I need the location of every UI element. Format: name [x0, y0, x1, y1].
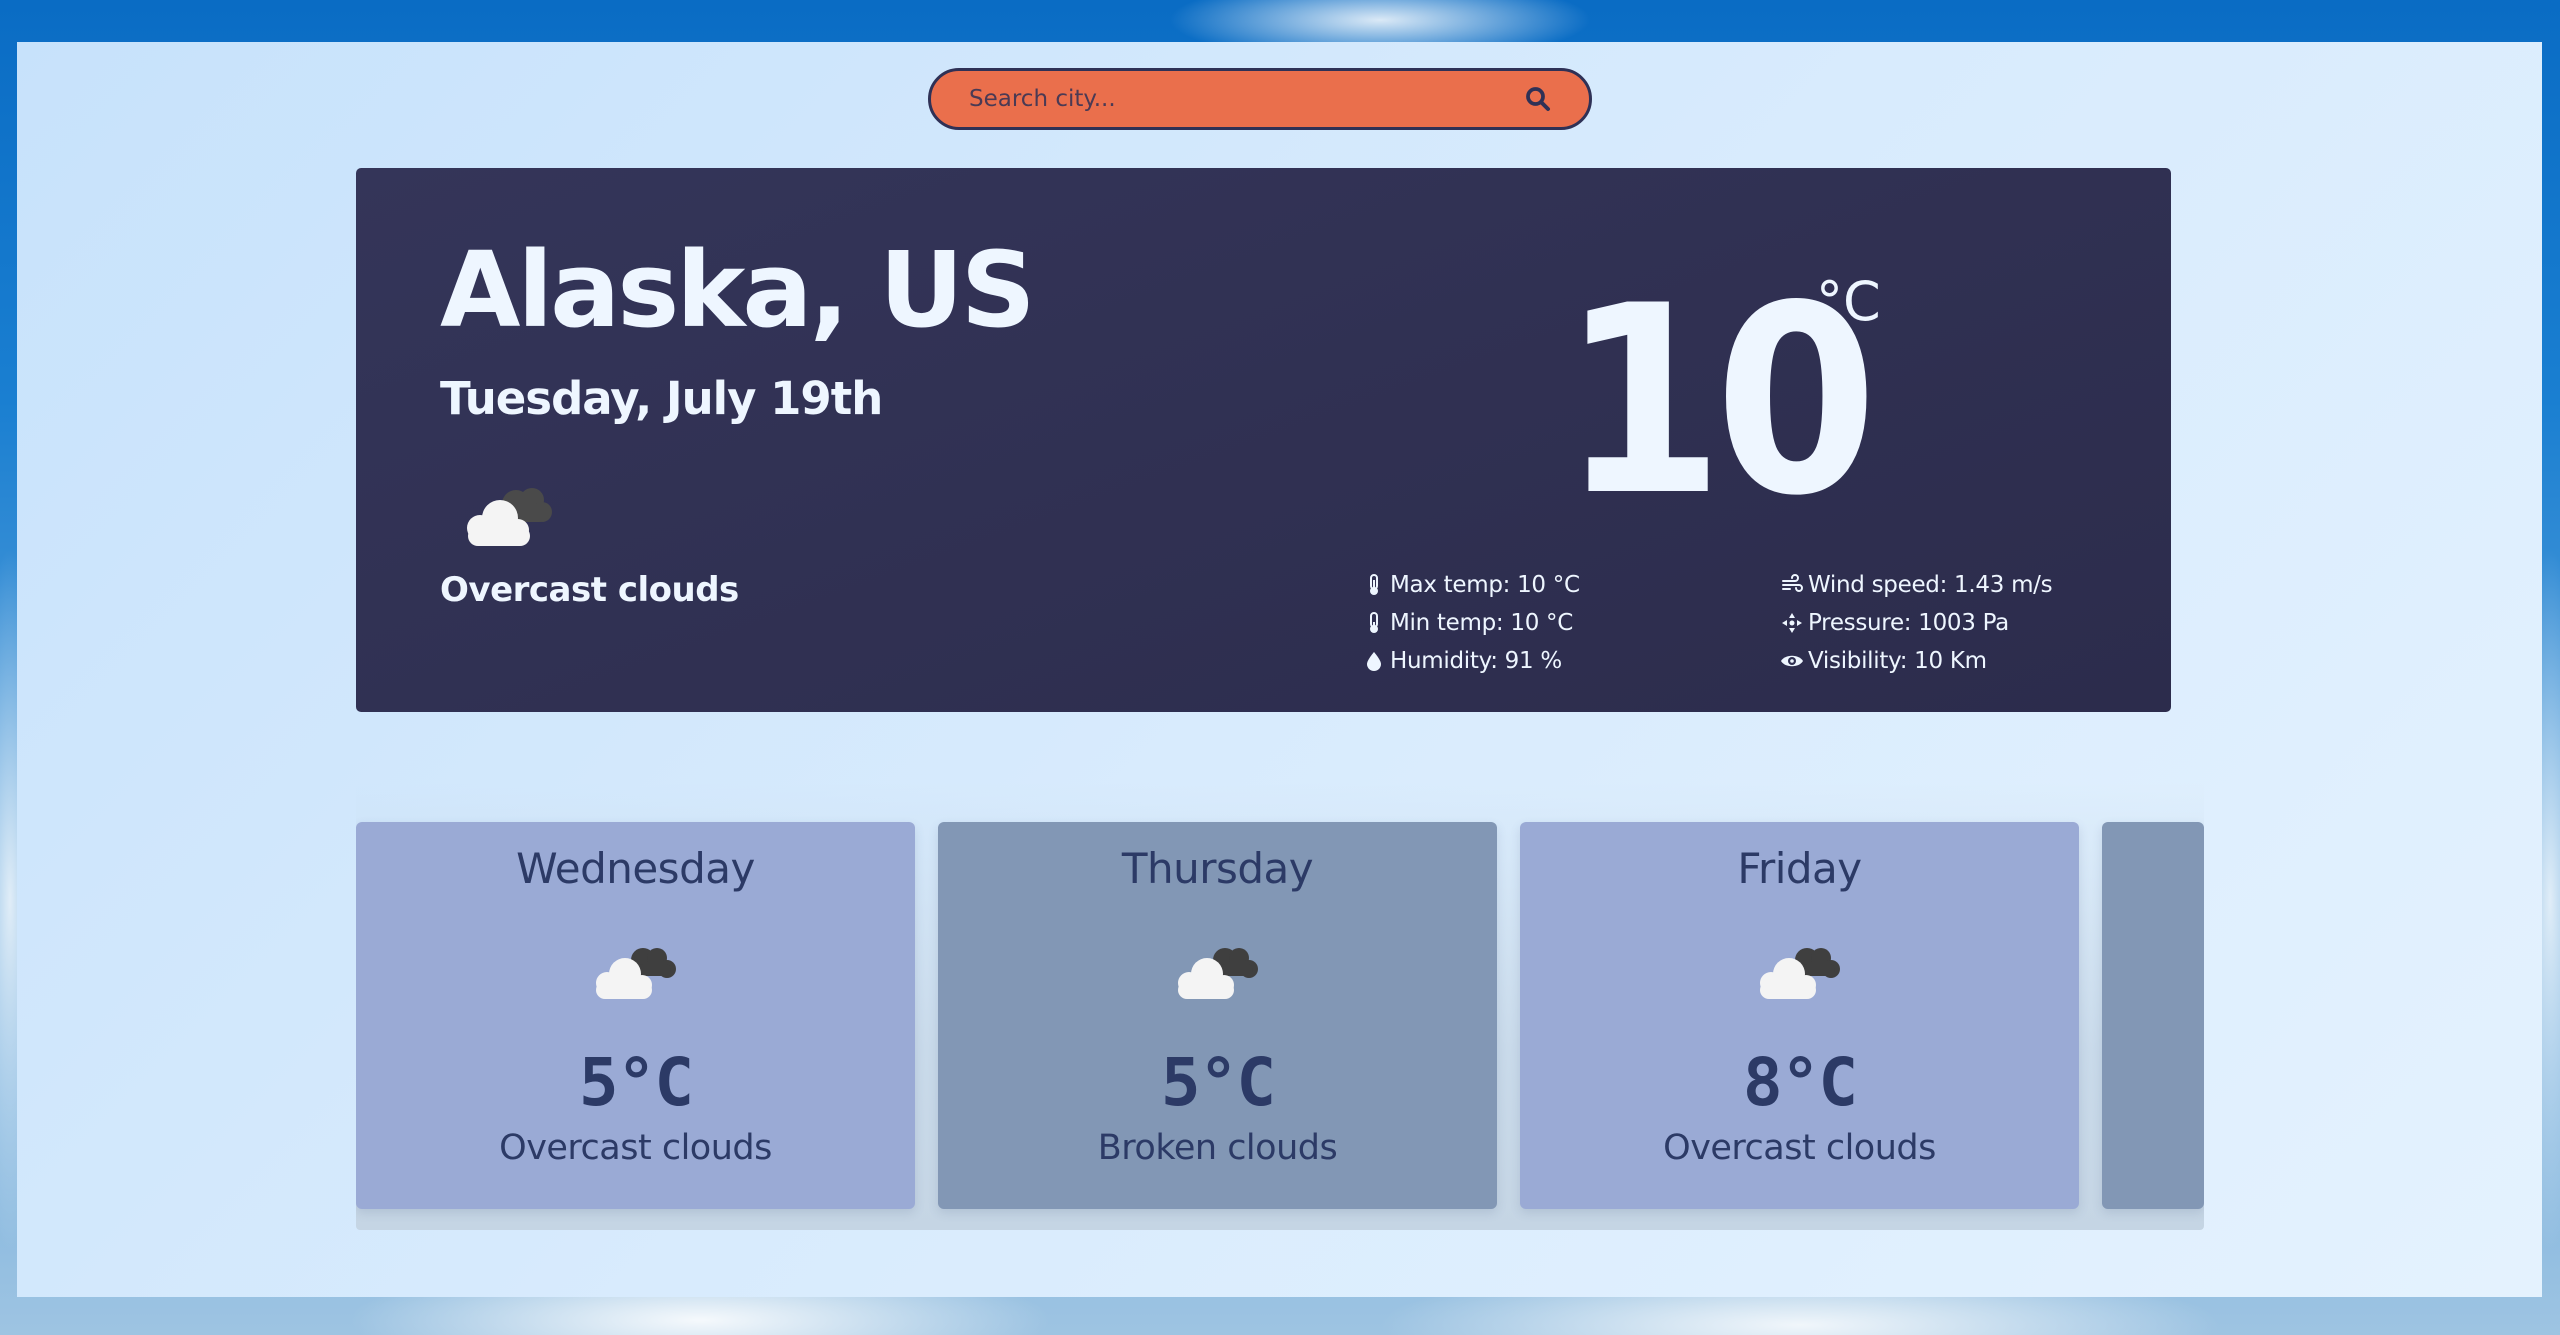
- overcast-clouds-icon: [1760, 948, 1840, 999]
- thermometer-icon: [1370, 574, 1378, 595]
- humidity-label: Humidity: 91 %: [1390, 648, 1562, 674]
- thermometer-icon: [1370, 612, 1378, 633]
- forecast-day-name: Wednesday: [516, 844, 755, 893]
- pressure-stat: Pressure: 1003 Pa: [1780, 604, 2052, 642]
- forecast-carousel[interactable]: Wednesday 5°C Overcast clouds Thursday 5…: [356, 782, 2204, 1230]
- forecast-card-wednesday[interactable]: Wednesday 5°C Overcast clouds: [356, 822, 915, 1209]
- current-weather-card: Alaska, US Tuesday, July 19th Overcast c…: [356, 168, 2171, 712]
- wind-icon: [1782, 574, 1803, 592]
- search-bar: [928, 68, 1592, 130]
- visibility-label: Visibility: 10 Km: [1808, 648, 1987, 674]
- forecast-card-partial[interactable]: [2102, 822, 2204, 1209]
- droplet-icon: [1367, 652, 1381, 671]
- forecast-temperature: 5°C: [1160, 1044, 1276, 1121]
- wind-speed-label: Wind speed: 1.43 m/s: [1808, 572, 2053, 598]
- search-icon[interactable]: [1523, 84, 1553, 114]
- temperature-unit: °C: [1816, 270, 1881, 333]
- humidity-stat: Humidity: 91 %: [1362, 642, 1580, 680]
- eye-icon: [1781, 655, 1803, 667]
- wind-speed-stat: Wind speed: 1.43 m/s: [1780, 566, 2053, 604]
- forecast-description: Overcast clouds: [1663, 1128, 1936, 1168]
- max-temp-label: Max temp: 10 °C: [1390, 572, 1580, 598]
- city-name: Alaska, US: [440, 229, 1036, 351]
- forecast-card-friday[interactable]: Friday 8°C Overcast clouds: [1520, 822, 2079, 1209]
- visibility-stat: Visibility: 10 Km: [1780, 642, 2052, 680]
- forecast-description: Overcast clouds: [499, 1128, 772, 1168]
- forecast-card-thursday[interactable]: Thursday 5°C Broken clouds: [938, 822, 1497, 1209]
- forecast-description: Broken clouds: [1097, 1128, 1338, 1168]
- pressure-label: Pressure: 1003 Pa: [1808, 610, 2009, 636]
- broken-clouds-icon: [1178, 948, 1258, 999]
- min-temp-label: Min temp: 10 °C: [1390, 610, 1573, 636]
- stats-right-column: Wind speed: 1.43 m/s Pressure: 1003 Pa V…: [1780, 566, 2053, 680]
- pressure-icon: [1782, 613, 1802, 633]
- forecast-day-name: Friday: [1737, 844, 1862, 893]
- search-input[interactable]: [931, 70, 1523, 128]
- weather-description: Overcast clouds: [440, 570, 739, 610]
- overcast-clouds-icon: [596, 948, 676, 999]
- forecast-temperature: 5°C: [578, 1044, 694, 1121]
- min-temp-stat: Min temp: 10 °C: [1362, 604, 1580, 642]
- current-date: Tuesday, July 19th: [440, 372, 883, 425]
- max-temp-stat: Max temp: 10 °C: [1362, 566, 1580, 604]
- overcast-clouds-icon: [467, 488, 552, 546]
- stats-left-column: Max temp: 10 °C Min temp: 10 °C Humidity…: [1362, 566, 1580, 680]
- forecast-temperature: 8°C: [1742, 1044, 1858, 1121]
- forecast-day-name: Thursday: [1121, 844, 1314, 893]
